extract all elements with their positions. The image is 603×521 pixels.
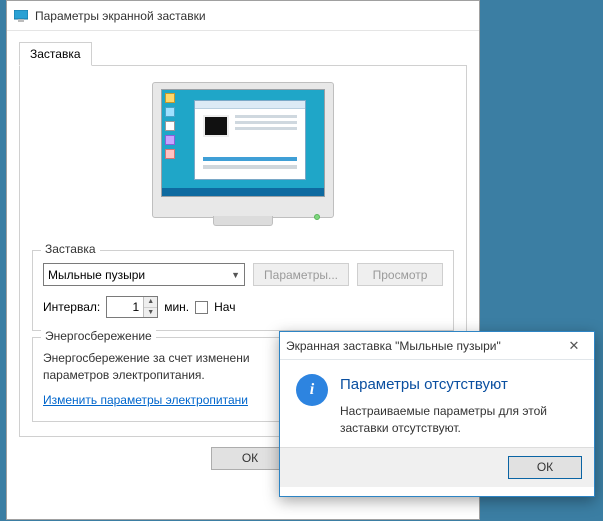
settings-button[interactable]: Параметры... bbox=[253, 263, 349, 286]
resume-checkbox[interactable] bbox=[195, 301, 208, 314]
close-icon: ✕ bbox=[569, 338, 580, 354]
interval-stepper[interactable]: ▲ ▼ bbox=[106, 296, 158, 318]
tabstrip: Заставка bbox=[19, 41, 467, 66]
chevron-down-icon: ▼ bbox=[231, 270, 240, 280]
messagebox-ok-button[interactable]: ОК bbox=[508, 456, 582, 479]
messagebox-footer: ОК bbox=[280, 447, 594, 487]
interval-label: Интервал: bbox=[43, 300, 100, 314]
close-button[interactable]: ✕ bbox=[554, 332, 594, 360]
screensaver-groupbox: Заставка Мыльные пузыри ▼ Параметры... П… bbox=[32, 250, 454, 331]
messagebox-title: Экранная заставка "Мыльные пузыри" bbox=[286, 339, 501, 353]
interval-unit: мин. bbox=[164, 300, 189, 314]
ok-button[interactable]: ОК bbox=[211, 447, 289, 470]
spin-up-button[interactable]: ▲ bbox=[144, 297, 157, 308]
screensaver-dropdown[interactable]: Мыльные пузыри ▼ bbox=[43, 263, 245, 286]
spin-down-button[interactable]: ▼ bbox=[144, 308, 157, 318]
info-icon: i bbox=[296, 374, 328, 406]
tab-screensaver[interactable]: Заставка bbox=[19, 42, 92, 66]
window-title: Параметры экранной заставки bbox=[35, 9, 206, 23]
power-text-1: Энергосбережение за счет изменени bbox=[43, 351, 250, 365]
messagebox-heading: Параметры отсутствуют bbox=[340, 376, 578, 393]
power-settings-link[interactable]: Изменить параметры электропитани bbox=[43, 393, 248, 407]
resume-checkbox-label: Нач bbox=[214, 300, 235, 314]
dropdown-selected: Мыльные пузыри bbox=[48, 268, 145, 282]
messagebox-titlebar[interactable]: Экранная заставка "Мыльные пузыри" ✕ bbox=[280, 332, 594, 360]
messagebox-text: Настраиваемые параметры для этой заставк… bbox=[340, 403, 578, 437]
interval-input[interactable] bbox=[107, 297, 143, 317]
preview-button[interactable]: Просмотр bbox=[357, 263, 443, 286]
messagebox: Экранная заставка "Мыльные пузыри" ✕ i П… bbox=[279, 331, 595, 497]
tab-label: Заставка bbox=[30, 47, 81, 61]
preview-area bbox=[32, 76, 454, 244]
monitor-icon bbox=[13, 8, 29, 24]
power-text-2: параметров электропитания. bbox=[43, 368, 205, 382]
monitor-preview bbox=[152, 82, 334, 226]
preview-desktop-window bbox=[194, 100, 306, 180]
titlebar[interactable]: Параметры экранной заставки bbox=[7, 1, 479, 31]
screensaver-legend: Заставка bbox=[41, 242, 100, 256]
power-legend: Энергосбережение bbox=[41, 329, 156, 343]
